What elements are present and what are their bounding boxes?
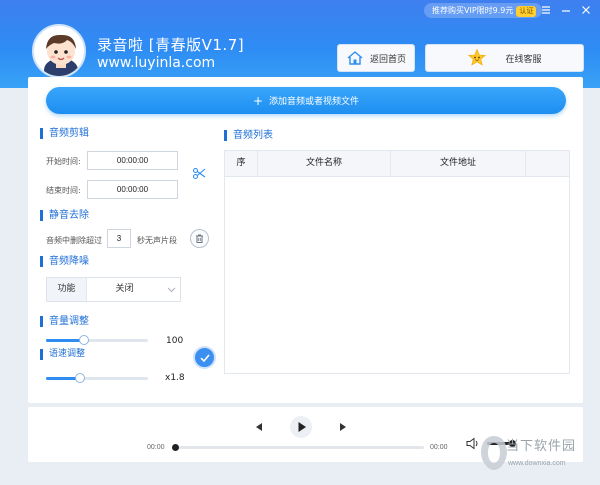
volume-value: 100 <box>166 336 184 346</box>
silence-seconds-input[interactable]: 3 <box>107 229 131 248</box>
app-url: www.luyinla.com <box>97 55 216 71</box>
speed-title: 语速调整 <box>40 349 85 360</box>
avatar <box>32 24 86 78</box>
plus-icon: + <box>252 93 264 108</box>
customer-service-label: 在线客服 <box>505 54 542 65</box>
denoise-title: 音频降噪 <box>40 256 89 267</box>
speed-value: x1.8 <box>165 373 185 383</box>
volume-slider[interactable] <box>46 335 148 345</box>
audio-list-header: 序 文件名称 文件地址 <box>225 151 569 177</box>
audio-cut-title: 音频剪辑 <box>40 128 89 139</box>
close-icon[interactable] <box>578 2 594 18</box>
denoise-selected-value: 关闭 <box>115 284 134 294</box>
next-icon[interactable] <box>337 421 349 436</box>
silence-title: 静音去除 <box>40 210 89 221</box>
previous-icon[interactable] <box>253 421 265 436</box>
audio-list-table: 序 文件名称 文件地址 <box>224 150 570 374</box>
start-time-input[interactable]: 00:00:00 <box>87 151 178 170</box>
confirm-check-button[interactable] <box>193 346 216 369</box>
end-time-label: 结束时间: <box>46 186 81 195</box>
app-title: 录音啦 [青春版V1.7] <box>97 36 245 54</box>
vip-promo[interactable]: 推荐购买VIP限时9.9元 认证 <box>424 3 543 18</box>
end-time-input[interactable]: 00:00:00 <box>87 180 178 199</box>
silence-prefix-label: 音频中删除超过 <box>46 236 102 245</box>
scissors-icon[interactable] <box>192 166 206 183</box>
add-file-label: 添加音频或者视频文件 <box>269 97 360 107</box>
home-button[interactable]: 返回首页 <box>337 44 415 72</box>
add-file-button[interactable]: + 添加音频或者视频文件 <box>46 87 566 114</box>
play-button[interactable] <box>290 416 312 438</box>
column-file-name: 文件名称 <box>258 151 391 176</box>
denoise-function-label: 功能 <box>47 278 87 301</box>
play-icon <box>298 422 306 432</box>
total-time: 00:00 <box>430 444 448 451</box>
column-extra <box>526 151 569 176</box>
home-icon <box>347 51 363 65</box>
home-button-label: 返回首页 <box>369 54 406 65</box>
column-file-path: 文件地址 <box>391 151 526 176</box>
check-icon <box>199 354 210 363</box>
silence-suffix-label: 秒无声片段 <box>137 236 177 245</box>
playback-progress-handle[interactable] <box>172 444 179 451</box>
column-index: 序 <box>225 151 258 176</box>
current-time: 00:00 <box>147 444 165 451</box>
start-time-label: 开始时间: <box>46 157 81 166</box>
minimize-icon[interactable] <box>558 2 574 18</box>
audio-list-title: 音频列表 <box>224 130 273 141</box>
watermark-text: 当下软件园 <box>506 439 577 454</box>
volume-slider-handle[interactable] <box>78 335 89 345</box>
watermark-url: www.downxia.com <box>508 460 566 467</box>
vip-promo-text: 推荐购买VIP限时9.9元 <box>432 6 514 15</box>
speed-slider[interactable] <box>46 373 148 383</box>
speed-slider-handle[interactable] <box>74 373 85 383</box>
denoise-select[interactable]: 功能 关闭 <box>46 277 181 302</box>
volume-title: 音量调整 <box>40 316 89 327</box>
chevron-down-icon <box>162 278 180 301</box>
customer-service-button[interactable]: 在线客服 <box>425 44 584 72</box>
menu-icon[interactable] <box>538 2 554 18</box>
playback-progress[interactable] <box>172 444 424 451</box>
trash-icon[interactable] <box>190 229 209 248</box>
vip-badge: 认证 <box>516 6 537 17</box>
star-icon <box>468 48 487 66</box>
